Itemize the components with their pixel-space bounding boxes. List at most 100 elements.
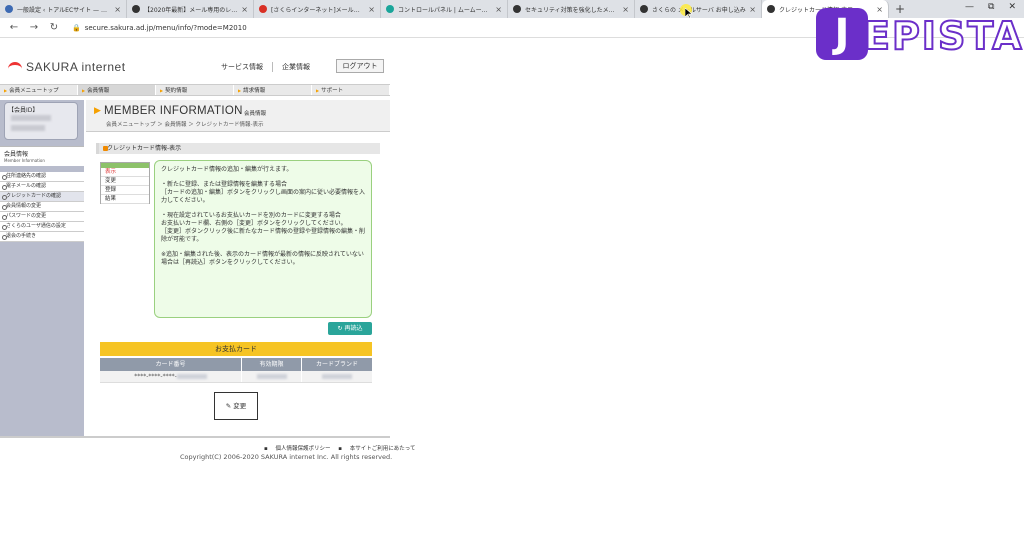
brand-cell (302, 371, 372, 382)
card-number-cell: ****-****-****- (100, 371, 242, 382)
gnav-menu-top[interactable]: 会員メニュートップ (0, 85, 78, 95)
url-field[interactable]: secure.sakura.ad.jp/menu/info/?mode=M201… (85, 24, 247, 32)
footer-link-terms[interactable]: ▪ 本サイトご利用にあたって (338, 446, 415, 452)
gnav-contract-info[interactable]: 契約情報 (156, 85, 234, 95)
info-text-2: ・新たに登録、または登録情報を編集する場合 ［カードの追加・編集］ボタンをクリッ… (161, 181, 366, 204)
tab-close-icon[interactable]: × (622, 5, 629, 14)
tab-title: 一般設定 ‹ トアルECサイト — WordPress (17, 6, 111, 14)
table-row: ****-****-****- (100, 371, 372, 383)
back-icon[interactable]: ← (8, 22, 20, 33)
tab-favicon-icon (767, 5, 775, 13)
section-title-text: クレジットカード情報-表示 (107, 145, 182, 152)
info-text-1: クレジットカード情報の追加・編集が行えます。 (161, 166, 293, 173)
footer-link-privacy[interactable]: ▪ 個人情報保護ポリシー (264, 446, 331, 452)
sakura-logo-icon (8, 62, 22, 72)
side-item-credit-card[interactable]: クレジットカードの確認 (0, 192, 84, 202)
tab-title: [さくらインターネット]メールアドレスの削除 (271, 6, 366, 14)
tab-close-icon[interactable]: × (495, 5, 502, 14)
tab-2[interactable]: [さくらインターネット]メールアドレスの削除× (254, 0, 381, 18)
tab-close-icon[interactable]: × (749, 5, 756, 14)
info-text-4: ※追加・編集された後、表示のカード情報が最新の情報に反映されていない場合は［再読… (161, 251, 364, 266)
side-item-newsletter[interactable]: さくらのユーザ通信の設定 (0, 222, 84, 232)
step-display: 表示 (101, 168, 149, 177)
tab-favicon-icon (5, 5, 13, 13)
payment-card-table: お支払カード カード番号 有効期限 カードブランド ****-****-****… (100, 342, 372, 383)
footer-link-privacy-label: 個人情報保護ポリシー (275, 446, 331, 452)
change-label: 変更 (233, 402, 247, 410)
col-card-number: カード番号 (100, 358, 242, 371)
tab-title: 【2020年最新】メール専用のレンタルサーバー (144, 6, 238, 14)
gnav-billing-info[interactable]: 請求情報 (234, 85, 312, 95)
brand-redacted (322, 374, 352, 379)
copyright: Copyright(C) 2006-2020 SAKURA internet I… (180, 453, 393, 461)
step-result: 結果 (101, 195, 149, 204)
side-item-address[interactable]: 住所連絡先の確認 (0, 172, 84, 182)
tab-close-icon[interactable]: × (114, 5, 121, 14)
tab-3[interactable]: コントロールパネル | ムームードメイン× (381, 0, 508, 18)
payment-table-header: お支払カード (100, 342, 372, 356)
page-title: MEMBER INFORMATION (104, 105, 243, 117)
title-arrow-icon: ▶ (94, 106, 101, 116)
forward-icon[interactable]: → (28, 22, 40, 33)
brand[interactable]: SAKURA internet (8, 60, 126, 74)
info-text-3: ・現在設定されているお支払いカードを別のカードに変更する場合 お支払いカード欄、… (161, 212, 366, 243)
tab-title: コントロールパネル | ムームードメイン (398, 6, 492, 14)
step-change: 変更 (101, 177, 149, 186)
reload-button[interactable]: ↻ 再読込 (328, 322, 372, 335)
tab-close-icon[interactable]: × (368, 5, 375, 14)
change-button[interactable]: ✎ 変更 (214, 392, 258, 420)
side-section-header: 会員情報 Member Information (0, 146, 84, 166)
gnav-support[interactable]: サポート (312, 85, 390, 95)
side-item-withdraw[interactable]: 退会の手続き (0, 232, 84, 242)
site-header: SAKURA internet サービス情報 企業情報 ログアウト (0, 52, 390, 82)
tab-favicon-icon (386, 5, 394, 13)
side-section-title: 会員情報 (4, 151, 29, 158)
sakura-page: SAKURA internet サービス情報 企業情報 ログアウト 会員メニュー… (0, 52, 390, 452)
tab-title: さくらの メールサーバ お申し込み (652, 6, 746, 14)
tab-1[interactable]: 【2020年最新】メール専用のレンタルサーバー× (127, 0, 254, 18)
tab-5[interactable]: さくらの メールサーバ お申し込み × (635, 0, 762, 18)
logo-text: EPISTA (863, 13, 1024, 59)
member-name-redacted (11, 125, 45, 131)
tab-favicon-icon (640, 5, 648, 13)
page-title-jp: 会員情報 (244, 111, 267, 117)
jepista-logo: J EPISTA (816, 8, 1023, 62)
tab-4[interactable]: セキュリティ対策を強化したメールサーバー× (508, 0, 635, 18)
section-bullet-icon (103, 146, 108, 151)
logout-button[interactable]: ログアウト (336, 59, 384, 73)
member-id-box: 【会員ID】 (4, 102, 78, 140)
info-box: クレジットカード情報の追加・編集が行えます。 ・新たに登録、または登録情報を編集… (154, 160, 372, 318)
mouse-cursor-icon (685, 8, 693, 18)
member-id-redacted (11, 115, 51, 121)
sidebar: 【会員ID】 会員情報 Member Information 住所連絡先の確認 … (0, 100, 84, 436)
side-item-password[interactable]: パスワードの変更 (0, 212, 84, 222)
lock-icon: 🔒 (72, 23, 81, 32)
tab-favicon-icon (132, 5, 140, 13)
tab-favicon-icon (259, 5, 267, 13)
header-link-company[interactable]: 企業情報 (273, 62, 319, 72)
step-register: 登録 (101, 186, 149, 195)
logo-badge: J (816, 8, 868, 60)
side-item-member-change[interactable]: 会員情報の変更 (0, 202, 84, 212)
page-header: ▶ MEMBER INFORMATION 会員情報 会員メニュートップ ＞ 会員… (86, 100, 390, 132)
side-item-email[interactable]: 電子メールの確認 (0, 182, 84, 192)
reload-icon[interactable]: ↻ (48, 22, 60, 33)
breadcrumb: 会員メニュートップ ＞ 会員情報 ＞ クレジットカード情報-表示 (106, 122, 264, 128)
member-id-label: 【会員ID】 (8, 107, 39, 114)
header-link-service[interactable]: サービス情報 (212, 62, 273, 72)
payment-table-columns: カード番号 有効期限 カードブランド (100, 358, 372, 371)
side-menu: 住所連絡先の確認 電子メールの確認 クレジットカードの確認 会員情報の変更 パス… (0, 172, 84, 242)
col-expiry: 有効期限 (242, 358, 302, 371)
footer-links: ▪ 個人情報保護ポリシー ▪ 本サイトご利用にあたって (258, 444, 415, 452)
tab-close-icon[interactable]: × (241, 5, 248, 14)
global-nav: 会員メニュートップ 会員情報 契約情報 請求情報 サポート (0, 84, 390, 96)
footer-divider (0, 436, 390, 438)
expiry-cell (242, 371, 302, 382)
col-brand: カードブランド (315, 361, 358, 368)
header-links: サービス情報 企業情報 (212, 62, 319, 72)
section-title: クレジットカード情報-表示 (96, 143, 380, 154)
step-menu: 表示 変更 登録 結果 (100, 162, 150, 204)
tab-0[interactable]: 一般設定 ‹ トアルECサイト — WordPress× (0, 0, 127, 18)
reload-label: 再読込 (344, 325, 363, 332)
gnav-member-info[interactable]: 会員情報 (78, 85, 156, 95)
